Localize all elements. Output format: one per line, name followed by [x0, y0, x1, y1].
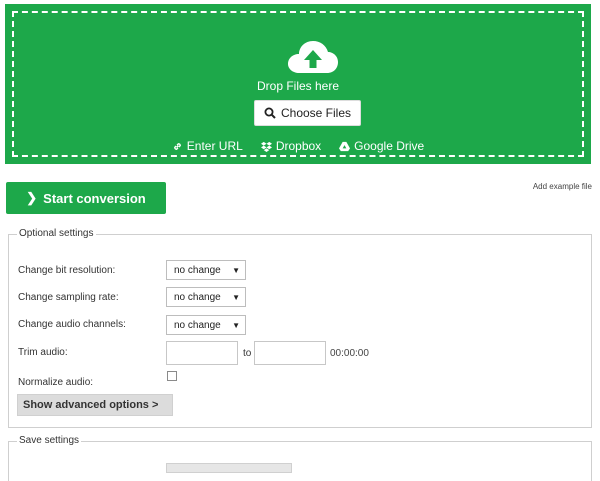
cloud-upload-icon [288, 41, 338, 73]
bit-resolution-label: Change bit resolution: [18, 265, 116, 276]
sampling-rate-select[interactable]: no change ▼ [166, 287, 246, 307]
dropbox-label: Dropbox [275, 139, 322, 153]
link-icon [173, 142, 181, 150]
audio-channels-label: Change audio channels: [18, 319, 126, 330]
save-settings-fieldset: Save settings [8, 435, 592, 481]
normalize-audio-label: Normalize audio: [18, 377, 94, 388]
bit-resolution-value: no change [174, 264, 221, 276]
trim-to-label: to [243, 348, 252, 359]
optional-settings-legend: Optional settings [17, 228, 96, 239]
dropdown-arrow-icon: ▼ [232, 321, 240, 330]
dropzone-dashed-border: Drop Files here Choose Files Enter URL D… [12, 11, 584, 157]
search-icon [264, 107, 276, 119]
audio-channels-value: no change [174, 319, 221, 331]
dropdown-arrow-icon: ▼ [232, 293, 240, 302]
upload-dropzone[interactable]: Drop Files here Choose Files Enter URL D… [5, 4, 591, 164]
sampling-rate-label: Change sampling rate: [18, 292, 119, 303]
start-conversion-button[interactable]: ❯ Start conversion [6, 182, 166, 214]
trim-audio-label: Trim audio: [18, 347, 68, 358]
trim-time-display: 00:00:00 [330, 348, 369, 359]
bit-resolution-select[interactable]: no change ▼ [166, 260, 246, 280]
google-drive-link[interactable]: Google Drive [339, 139, 424, 153]
save-settings-legend: Save settings [17, 435, 82, 446]
add-example-file-link[interactable]: Add example file [533, 182, 592, 191]
dropdown-arrow-icon: ▼ [232, 266, 240, 275]
choose-files-label: Choose Files [280, 106, 352, 120]
enter-url-link[interactable]: Enter URL [172, 139, 243, 153]
enter-url-label: Enter URL [186, 139, 243, 153]
start-conversion-label: Start conversion [43, 190, 146, 206]
drop-files-text: Drop Files here [256, 79, 340, 93]
chevron-right-icon: ❯ [26, 190, 38, 205]
normalize-audio-checkbox[interactable] [167, 371, 177, 381]
upload-sources: Enter URL Dropbox Google Drive [14, 139, 582, 153]
google-drive-label: Google Drive [354, 139, 425, 153]
show-advanced-options-button[interactable]: Show advanced options > [17, 394, 173, 416]
google-drive-icon [339, 141, 351, 151]
trim-start-input[interactable] [166, 341, 238, 365]
optional-settings-fieldset: Optional settings Change bit resolution:… [8, 228, 592, 428]
sampling-rate-value: no change [174, 291, 221, 303]
dropbox-link[interactable]: Dropbox [260, 139, 322, 153]
choose-files-button[interactable]: Choose Files [254, 100, 361, 126]
dropbox-icon [260, 141, 272, 152]
audio-channels-select[interactable]: no change ▼ [166, 315, 246, 335]
trim-end-input[interactable] [254, 341, 326, 365]
save-settings-control[interactable] [166, 463, 292, 473]
